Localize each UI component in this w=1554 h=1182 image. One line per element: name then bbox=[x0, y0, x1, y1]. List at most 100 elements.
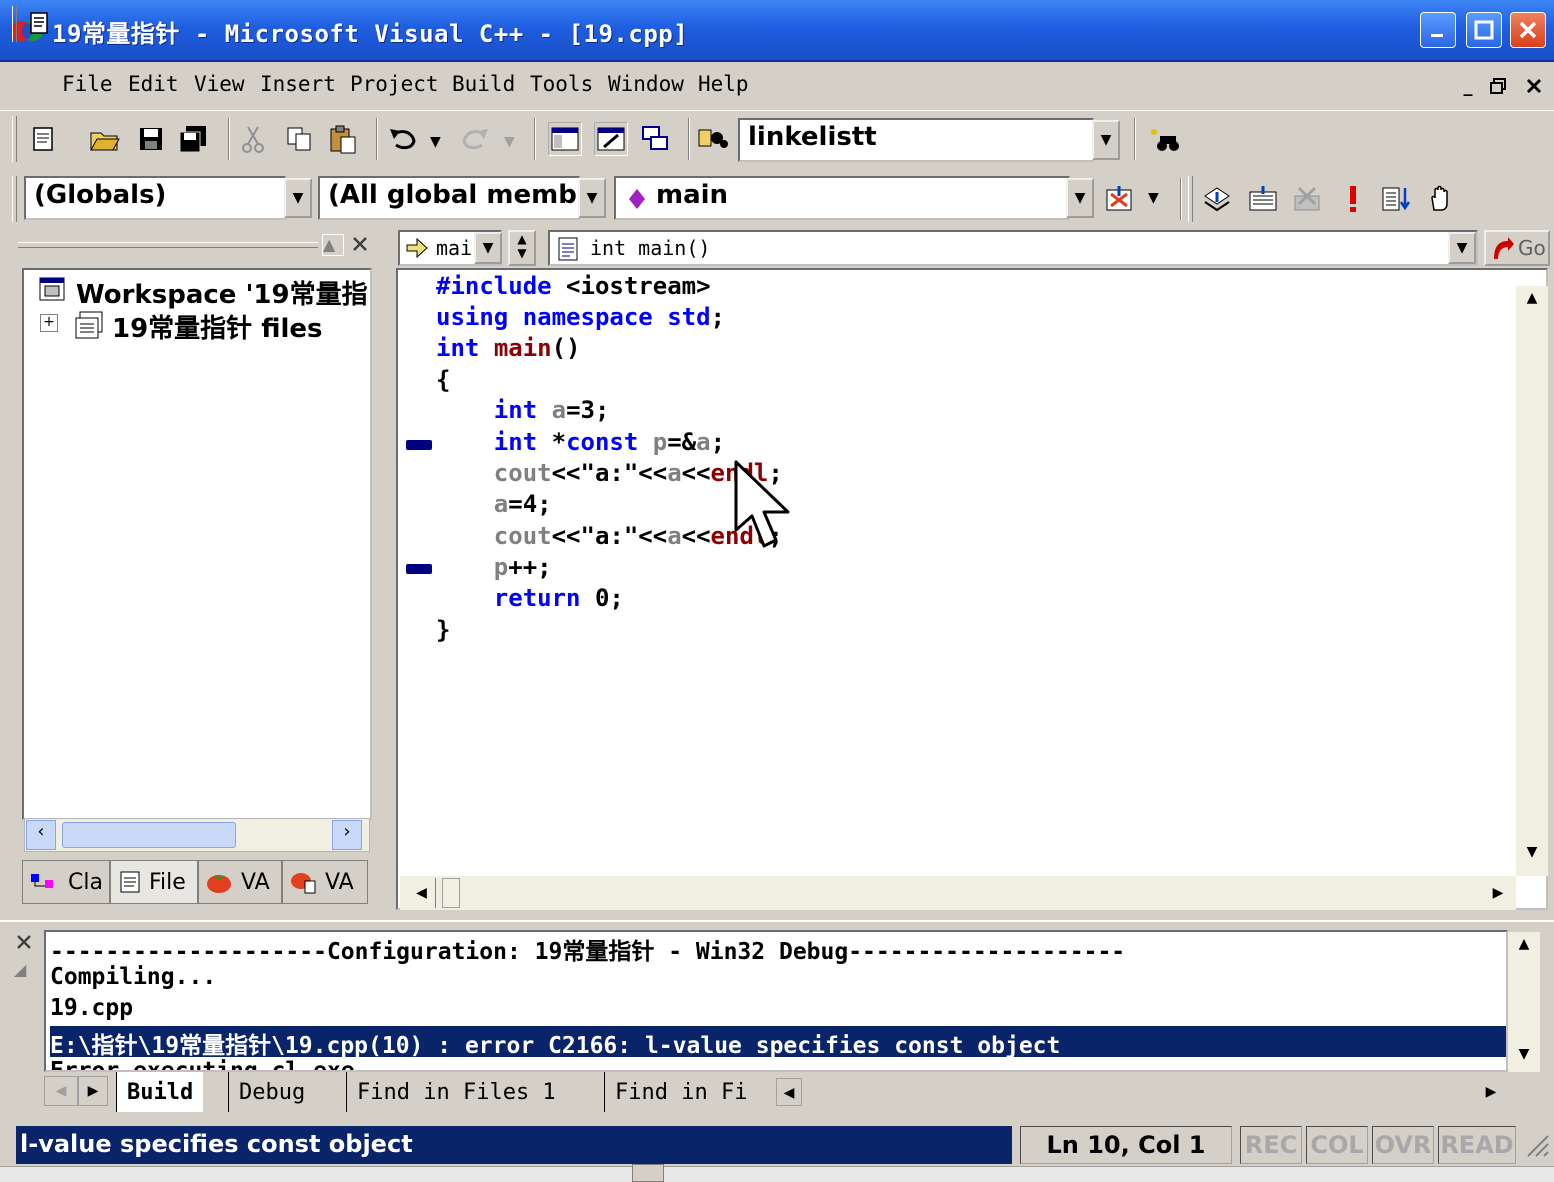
class-combo-dropdown-button[interactable]: ▼ bbox=[284, 178, 312, 218]
mdi-minimize-button[interactable]: _ bbox=[1454, 74, 1482, 98]
find-combo-input[interactable]: linkelistt bbox=[738, 118, 1094, 162]
code-line[interactable]: } bbox=[436, 616, 450, 648]
code-line[interactable]: { bbox=[436, 366, 450, 398]
function-nav-combo[interactable]: int main() bbox=[548, 230, 1478, 266]
code-line[interactable]: using namespace std; bbox=[436, 303, 725, 335]
members-combo-dropdown-button[interactable]: ▼ bbox=[578, 178, 606, 218]
tab-va-1[interactable]: VA bbox=[198, 860, 282, 904]
tab-build[interactable]: Build bbox=[116, 1072, 204, 1112]
tab-debug[interactable]: Debug bbox=[228, 1072, 315, 1112]
output-hscroll-left-button[interactable]: ◀ bbox=[776, 1078, 802, 1106]
workspace-drag-bar[interactable] bbox=[18, 242, 318, 248]
menu-help[interactable]: Help bbox=[696, 72, 751, 98]
open-button[interactable] bbox=[88, 122, 122, 156]
minimize-button[interactable] bbox=[1420, 12, 1456, 48]
tab-fileview[interactable]: File bbox=[110, 860, 198, 904]
tab-find-in-files-1[interactable]: Find in Files 1 bbox=[346, 1072, 566, 1112]
output-error-line[interactable]: E:\指针\19常量指针\19.cpp(10) : error C2166: l… bbox=[50, 1026, 1506, 1059]
window-list-button[interactable] bbox=[638, 122, 672, 156]
find-button[interactable] bbox=[1146, 122, 1180, 156]
editor-vertical-scrollbar[interactable] bbox=[1516, 286, 1548, 876]
toolbar-grip[interactable] bbox=[12, 116, 17, 162]
function-combo-dropdown-button[interactable]: ▼ bbox=[1066, 178, 1094, 218]
stop-build-button[interactable] bbox=[1290, 182, 1324, 216]
output-close-button[interactable] bbox=[14, 932, 36, 954]
workspace-dock-button[interactable]: ▲ bbox=[322, 234, 344, 256]
output-dock-button[interactable]: ◢ bbox=[14, 960, 36, 982]
bottom-scroll-track[interactable] bbox=[0, 1166, 1554, 1182]
code-line[interactable]: return 0; bbox=[436, 584, 624, 616]
code-line[interactable]: cout<<"a:"<<a<<endl; bbox=[436, 522, 783, 554]
tab-find-in-files-2[interactable]: Find in Fi bbox=[604, 1072, 757, 1112]
menu-view[interactable]: View bbox=[192, 72, 247, 98]
tab-scroll-left-button[interactable]: ◀ bbox=[44, 1076, 78, 1106]
scroll-up-button[interactable]: ▲ bbox=[1510, 936, 1538, 960]
output-text-area[interactable]: --------------------Configuration: 19常量指… bbox=[44, 930, 1508, 1072]
output-toggle-button[interactable] bbox=[594, 122, 628, 156]
scroll-left-button[interactable]: ‹ bbox=[26, 820, 56, 850]
tab-scroll-right-button[interactable]: ▶ bbox=[78, 1076, 108, 1106]
menu-edit[interactable]: Edit bbox=[126, 72, 181, 98]
bottom-scroll-thumb[interactable] bbox=[632, 1164, 664, 1182]
wizard-action-button[interactable] bbox=[1104, 182, 1138, 216]
scope-combo-dropdown-button[interactable]: ▼ bbox=[474, 232, 502, 264]
go-button[interactable]: Go bbox=[1484, 230, 1550, 266]
save-all-button[interactable] bbox=[176, 122, 210, 156]
workspace-toggle-button[interactable] bbox=[548, 122, 582, 156]
scroll-down-button[interactable]: ▼ bbox=[1510, 1046, 1538, 1070]
scroll-right-button[interactable]: ▶ bbox=[1484, 878, 1512, 908]
redo-dropdown-icon[interactable]: ▼ bbox=[504, 134, 515, 150]
menu-insert[interactable]: Insert bbox=[258, 72, 338, 98]
scroll-thumb[interactable] bbox=[442, 878, 460, 908]
compile-button[interactable] bbox=[1200, 182, 1234, 216]
menu-tools[interactable]: Tools bbox=[528, 72, 595, 98]
code-line[interactable]: #include <iostream> bbox=[436, 272, 711, 304]
class-combo[interactable]: (Globals) bbox=[24, 176, 286, 220]
find-combo-dropdown-button[interactable]: ▼ bbox=[1092, 120, 1120, 160]
tab-classview[interactable]: Cla bbox=[22, 860, 110, 904]
code-line[interactable]: int a=3; bbox=[436, 396, 610, 428]
code-line[interactable]: int main() bbox=[436, 334, 581, 366]
title-bar[interactable]: 19常量指针 - Microsoft Visual C++ - [19.cpp] bbox=[0, 0, 1554, 62]
code-line[interactable]: int *const p=&a; bbox=[436, 428, 725, 460]
scope-spinner[interactable]: ▲ ▼ bbox=[508, 230, 536, 266]
tree-expand-toggle[interactable]: + bbox=[40, 314, 58, 332]
menu-build[interactable]: Build bbox=[450, 72, 517, 98]
mdi-restore-button[interactable] bbox=[1484, 74, 1512, 98]
new-file-button[interactable] bbox=[26, 122, 60, 156]
menu-file[interactable]: File bbox=[60, 72, 115, 98]
wizard-action-dropdown-icon[interactable]: ▼ bbox=[1148, 190, 1159, 206]
find-in-files-button[interactable] bbox=[696, 122, 730, 156]
menu-grip[interactable] bbox=[12, 6, 17, 42]
scroll-up-button[interactable]: ▲ bbox=[1518, 290, 1546, 318]
go-debug-button[interactable] bbox=[1380, 182, 1414, 216]
editor-horizontal-scrollbar[interactable] bbox=[400, 876, 1516, 910]
scroll-thumb[interactable] bbox=[62, 822, 236, 848]
scroll-left-button[interactable]: ◀ bbox=[408, 878, 436, 908]
workspace-tree[interactable] bbox=[22, 268, 372, 820]
output-hscroll-right-button[interactable]: ▶ bbox=[1478, 1078, 1504, 1106]
toolbar-grip[interactable] bbox=[1188, 176, 1193, 222]
editor-margin[interactable] bbox=[398, 270, 434, 880]
resize-grip-icon[interactable] bbox=[1522, 1130, 1550, 1160]
code-line[interactable]: p++; bbox=[436, 553, 552, 585]
undo-button[interactable] bbox=[386, 122, 420, 156]
project-files-label[interactable]: 19常量指针 files bbox=[112, 308, 323, 345]
workspace-close-button[interactable] bbox=[350, 234, 372, 256]
members-combo[interactable]: (All global members bbox=[318, 176, 580, 220]
code-line[interactable]: cout<<"a:"<<a<<endl; bbox=[436, 459, 783, 491]
scroll-right-button[interactable]: › bbox=[332, 820, 362, 850]
cut-button[interactable] bbox=[236, 122, 270, 156]
execute-button[interactable] bbox=[1336, 182, 1370, 216]
workspace-root-label[interactable]: Workspace '19常量指针 bbox=[76, 274, 368, 311]
code-line[interactable]: a=4; bbox=[436, 490, 552, 522]
redo-button[interactable] bbox=[458, 122, 492, 156]
copy-button[interactable] bbox=[282, 122, 316, 156]
menu-project[interactable]: Project bbox=[348, 72, 441, 98]
tab-va-2[interactable]: VA bbox=[282, 860, 368, 904]
build-button[interactable] bbox=[1246, 182, 1280, 216]
undo-dropdown-icon[interactable]: ▼ bbox=[430, 134, 441, 150]
function-combo[interactable]: main bbox=[614, 176, 1070, 220]
scroll-down-button[interactable]: ▼ bbox=[1518, 844, 1546, 872]
paste-button[interactable] bbox=[326, 122, 360, 156]
